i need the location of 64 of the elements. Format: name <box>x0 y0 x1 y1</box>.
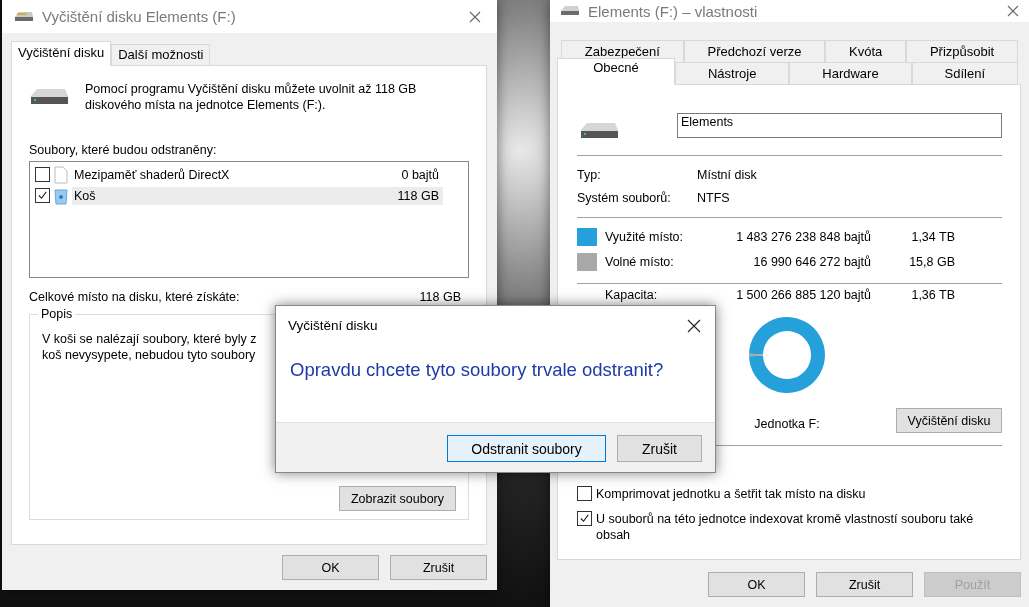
tab[interactable]: Vyčištění disku <box>11 41 112 66</box>
usage-size: 15,8 GB <box>908 255 955 269</box>
group-title: Popis <box>38 307 76 321</box>
tab[interactable]: Přizpůsobit <box>906 40 1018 62</box>
usage-bytes: 16 990 646 272 bajtů <box>752 255 871 269</box>
checkmark-icon <box>579 513 590 524</box>
intro-text: Pomocí programu Vyčištění disku můžete uvolnit až 118 GB diskového místa na jednotce Elements (F:). <box>85 81 418 113</box>
option-label: Komprimovat jednotku a šetřit tak místo na disku <box>596 486 867 502</box>
option-label: U souborů na této jednotce indexovat kromě vlastností souboru také obsah <box>596 511 975 543</box>
recycle-bin-icon <box>54 186 68 205</box>
checkbox[interactable] <box>35 188 50 203</box>
usage-label: Využité místo: <box>605 230 685 244</box>
property-value: NTFS <box>697 191 731 205</box>
checkbox[interactable] <box>577 486 592 501</box>
total-label: Celkové místo na disku, které získáte: <box>29 290 240 304</box>
files-label: Soubory, které budou odstraněny: <box>29 143 218 157</box>
dialog-button[interactable]: Odstranit soubory <box>447 435 606 462</box>
description-text: koš nevysypete, nebudou tyto soubory <box>42 347 257 363</box>
drive-icon <box>29 87 69 107</box>
tab[interactable]: Hardware <box>789 62 912 84</box>
dialog-button[interactable]: OK <box>282 555 379 580</box>
tab[interactable]: Další možnosti <box>111 44 211 65</box>
window-title: Elements (F:) – vlastnosti <box>588 2 758 20</box>
drive-icon <box>579 121 619 141</box>
checkbox[interactable] <box>577 511 592 526</box>
tab[interactable]: Kvóta <box>825 40 907 62</box>
capacity-size: 1,36 TB <box>910 288 955 302</box>
tab[interactable]: Předchozí verze <box>683 40 826 62</box>
total-value: 118 GB <box>419 290 461 304</box>
tab[interactable]: Nástroje <box>675 62 790 84</box>
property-label: Systém souborů: <box>577 191 672 205</box>
file-size: 0 bajtů <box>401 167 439 182</box>
dialog-button[interactable]: Zrušit <box>617 435 702 462</box>
dialog-title: Vyčištění disku <box>288 318 378 333</box>
file-list-item[interactable]: Mezipaměť shaderů DirectX 0 bajtů <box>72 165 443 184</box>
usage-label: Volné místo: <box>605 255 675 269</box>
drive-label: Jednotka F: <box>754 417 820 431</box>
capacity-bytes: 1 500 266 885 120 bajtů <box>735 288 871 302</box>
tab[interactable]: Obecné <box>557 58 675 85</box>
dialog-message: Opravdu chcete tyto soubory trvale odstranit? <box>290 359 665 381</box>
description-text: V koši se nalézají soubory, které byly z <box>42 331 258 347</box>
usage-size: 1,34 TB <box>910 230 955 244</box>
view-files-button[interactable]: Zobrazit soubory <box>339 486 456 511</box>
file-name: Mezipaměť shaderů DirectX <box>74 167 231 182</box>
disk-cleanup-button[interactable]: Vyčištění disku <box>896 408 1002 433</box>
usage-bytes: 1 483 276 238 848 bajtů <box>735 230 871 244</box>
dialog-button[interactable]: Zrušit <box>816 572 913 597</box>
file-list-item[interactable]: Koš 118 GB <box>72 186 443 205</box>
tab[interactable]: Sdílení <box>911 62 1018 84</box>
file-name: Koš <box>74 188 97 203</box>
drive-name-field[interactable]: Elements <box>677 112 1002 138</box>
file-size: 118 GB <box>397 188 439 203</box>
window-title: Vyčištění disku Elements (F:) <box>42 8 236 25</box>
checkbox[interactable] <box>35 167 50 182</box>
dialog-button[interactable]: Zrušit <box>390 555 487 580</box>
file-icon <box>54 165 68 184</box>
property-value: Místní disk <box>697 168 758 182</box>
drive-icon <box>14 10 34 23</box>
capacity-label: Kapacita: <box>605 288 659 302</box>
checkmark-icon <box>37 190 48 201</box>
close-icon[interactable] <box>687 318 701 333</box>
property-label: Typ: <box>577 168 602 182</box>
drive-icon <box>560 5 580 17</box>
dialog-button[interactable]: OK <box>708 572 805 597</box>
